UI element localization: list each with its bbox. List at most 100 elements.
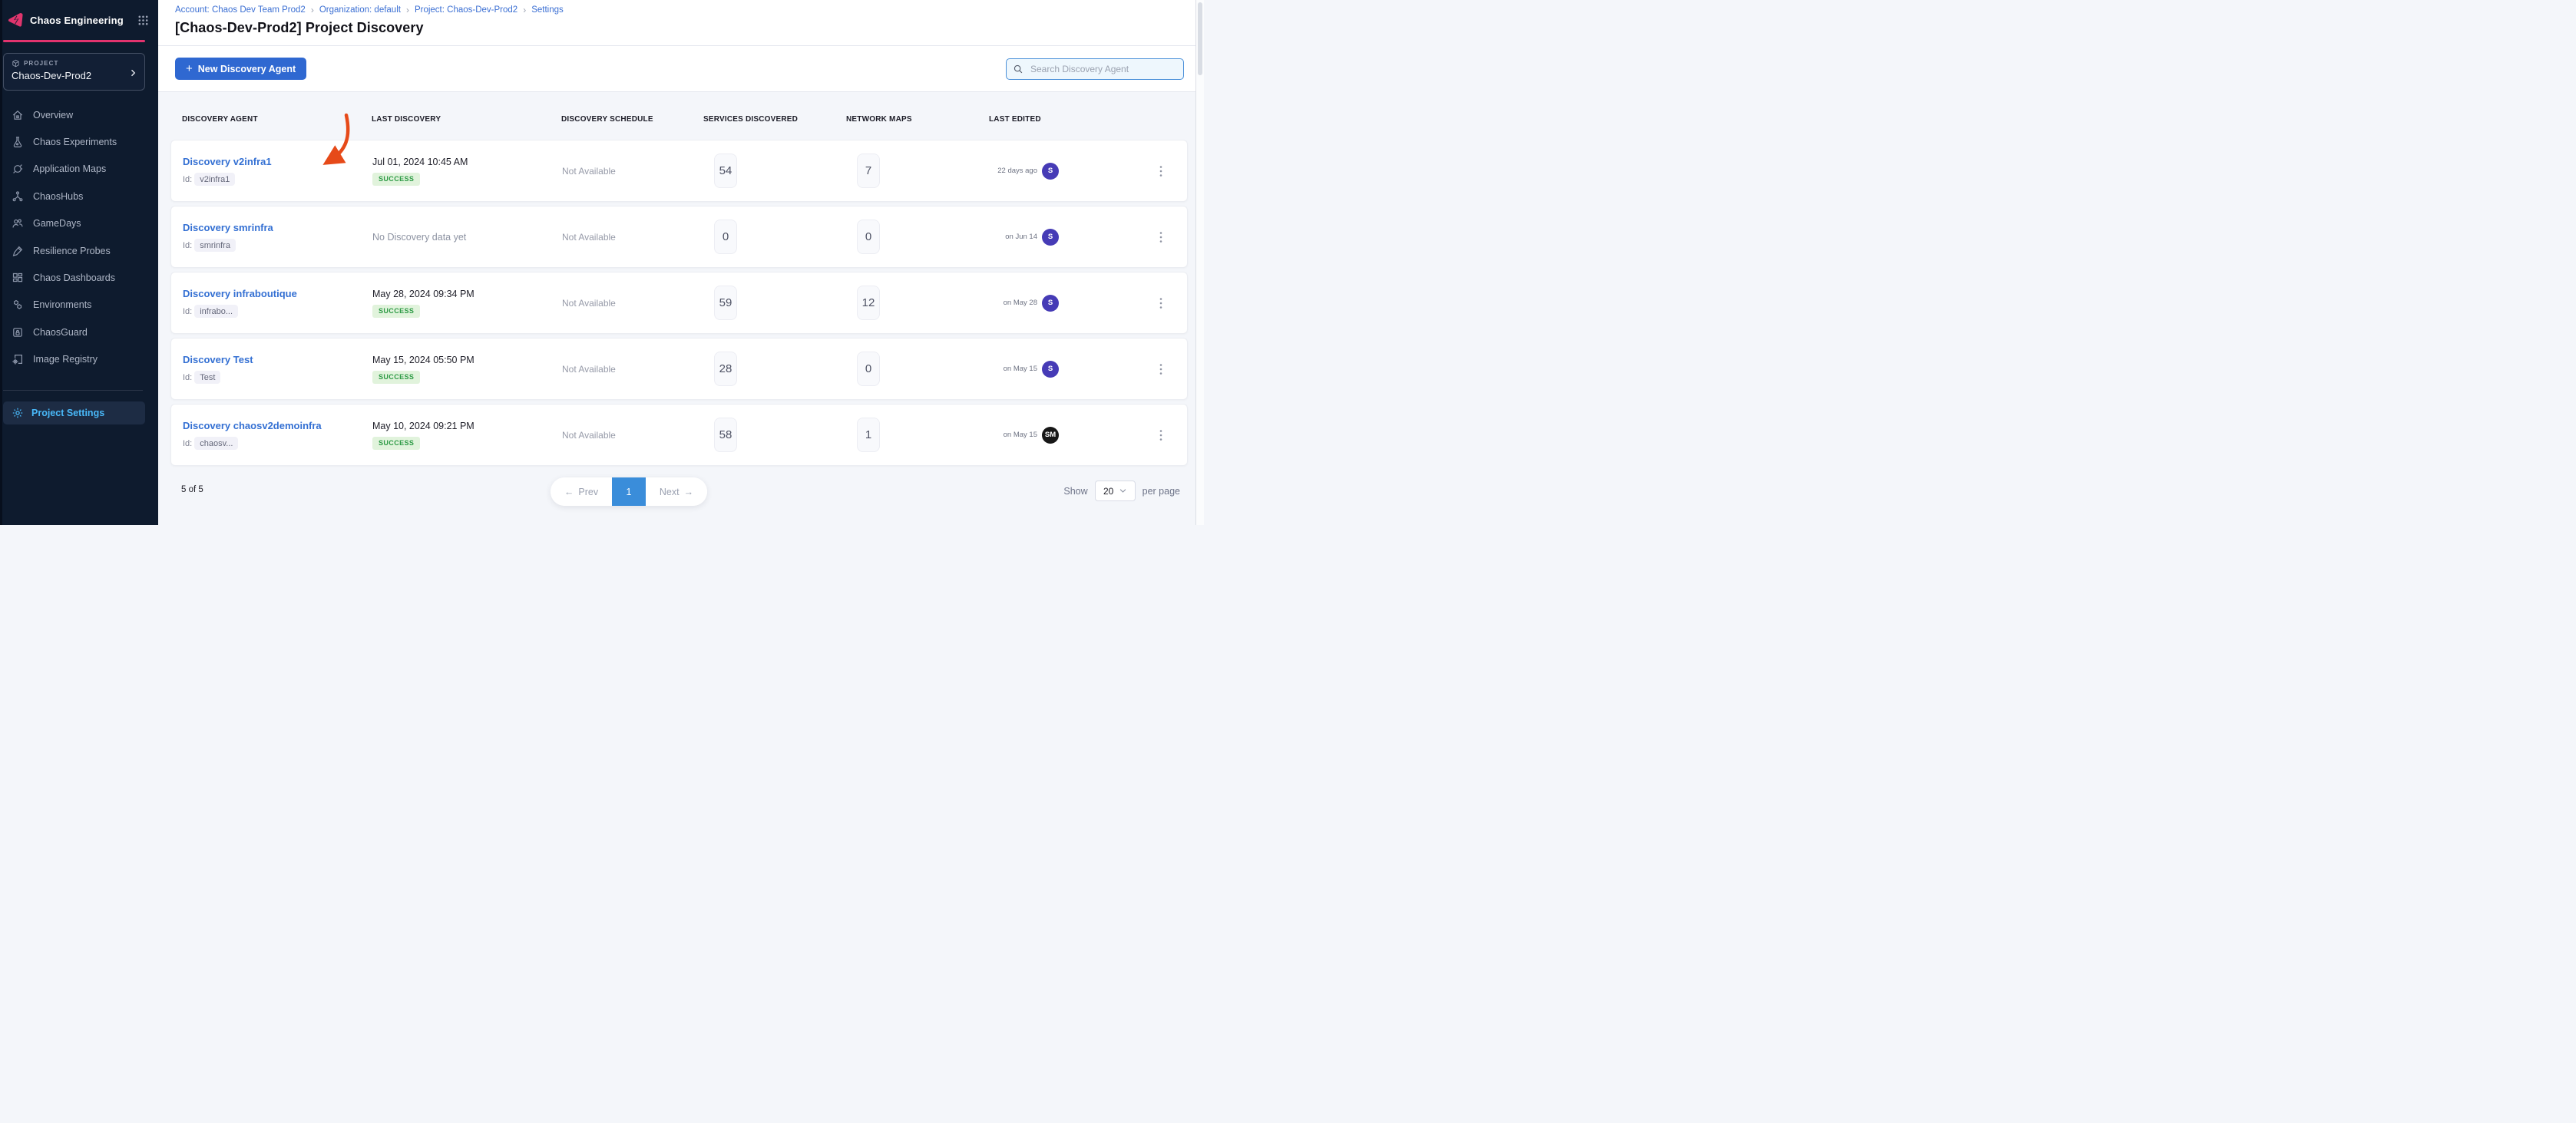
pagination: ← Prev 1 Next → [551, 477, 707, 506]
toolbar: + New Discovery Agent [158, 46, 1204, 92]
avatar: S [1042, 229, 1059, 246]
network-maps-count: 1 [857, 418, 880, 452]
row-count: 5 of 5 [181, 485, 203, 494]
network-maps-count: 0 [857, 220, 880, 254]
discovery-agent-link[interactable]: Discovery Test [183, 354, 253, 365]
scrollbar[interactable] [1195, 0, 1204, 525]
agent-id: Id:chaosv... [183, 437, 372, 450]
registry-doc-gear-icon [12, 353, 24, 365]
sidebar-item-chaos-dashboards[interactable]: Chaos Dashboards [0, 264, 158, 291]
avatar: S [1042, 295, 1059, 312]
sidebar-item-chaoshubs[interactable]: ChaosHubs [0, 183, 158, 210]
status-badge: SUCCESS [372, 437, 420, 450]
discovery-agent-link[interactable]: Discovery v2infra1 [183, 156, 272, 167]
agent-id: Id:infrabo... [183, 305, 372, 318]
column-header-last-edited: LAST EDITED [989, 115, 1188, 124]
avatar: S [1042, 163, 1059, 180]
sidebar-divider [3, 390, 143, 391]
last-discovery-date: May 10, 2024 09:21 PM [372, 421, 562, 431]
lock-icon [12, 326, 24, 339]
sidebar-item-application-maps[interactable]: Application Maps [0, 156, 158, 183]
last-edited-text: on Jun 14 [990, 233, 1037, 241]
discovery-agent-link[interactable]: Discovery chaosv2demoinfra [183, 420, 322, 431]
new-discovery-agent-button[interactable]: + New Discovery Agent [175, 58, 306, 80]
search-input[interactable] [1029, 63, 1177, 75]
row-menu-kebab-icon[interactable] [1156, 294, 1166, 312]
sidebar-item-chaos-experiments[interactable]: Chaos Experiments [0, 128, 158, 155]
harness-chaos-logo-icon [7, 12, 24, 28]
sidebar-item-overview[interactable]: Overview [0, 101, 158, 128]
show-label: Show [1063, 486, 1087, 497]
project-label: PROJECT [12, 59, 137, 68]
next-page-button[interactable]: Next → [646, 477, 707, 506]
sidebar-item-resilience-probes[interactable]: Resilience Probes [0, 237, 158, 264]
row-menu-kebab-icon[interactable] [1156, 360, 1166, 378]
sidebar-item-gamedays[interactable]: GameDays [0, 210, 158, 237]
scrollbar-thumb[interactable] [1198, 2, 1202, 75]
chevron-right-icon: › [406, 5, 409, 15]
per-page-label: per page [1143, 486, 1180, 497]
row-menu-kebab-icon[interactable] [1156, 228, 1166, 246]
discovery-schedule: Not Available [562, 364, 704, 375]
column-header-last-discovery: LAST DISCOVERY [372, 115, 561, 124]
plus-icon: + [186, 63, 193, 74]
sidebar-accent-divider [3, 40, 145, 42]
sidebar-item-environments[interactable]: Environments [0, 292, 158, 319]
last-discovery-date: May 15, 2024 05:50 PM [372, 355, 562, 365]
breadcrumb-settings[interactable]: Settings [531, 5, 564, 15]
avatar: S [1042, 361, 1059, 378]
discovery-agent-link[interactable]: Discovery smrinfra [183, 222, 273, 233]
project-selector[interactable]: PROJECT Chaos-Dev-Prod2 [3, 53, 145, 91]
cube-icon [12, 59, 20, 68]
column-header-services-discovered: SERVICES DISCOVERED [703, 115, 846, 124]
status-badge: SUCCESS [372, 173, 420, 186]
last-edited-text: on May 28 [990, 299, 1037, 307]
last-edited-text: on May 15 [990, 431, 1037, 439]
agent-id: Id:Test [183, 371, 372, 384]
people-icon [12, 217, 24, 230]
discovery-agent-link[interactable]: Discovery infraboutique [183, 288, 297, 299]
services-discovered-count: 54 [714, 154, 737, 188]
agent-id: Id:v2infra1 [183, 173, 372, 186]
current-page-button[interactable]: 1 [612, 477, 646, 506]
agent-id: Id:smrinfra [183, 239, 372, 252]
last-edited-text: 22 days ago [990, 167, 1037, 175]
services-discovered-count: 59 [714, 286, 737, 320]
flask-icon [12, 136, 24, 148]
sidebar-item-chaosguard[interactable]: ChaosGuard [0, 319, 158, 345]
page-header: Account: Chaos Dev Team Prod2 › Organiza… [158, 0, 1204, 46]
column-header-discovery-schedule: DISCOVERY SCHEDULE [561, 115, 703, 124]
page-size-select[interactable]: 20 [1095, 481, 1136, 501]
table-header-row: DISCOVERY AGENT LAST DISCOVERY DISCOVERY… [170, 115, 1188, 124]
breadcrumb-project[interactable]: Project: Chaos-Dev-Prod2 [415, 5, 518, 15]
network-maps-count: 0 [857, 352, 880, 386]
page-title: [Chaos-Dev-Prod2] Project Discovery [175, 20, 1204, 36]
services-discovered-count: 0 [714, 220, 737, 254]
chevron-right-icon: › [311, 5, 314, 15]
sidebar-item-project-settings[interactable]: Project Settings [3, 401, 145, 424]
no-discovery-data-text: No Discovery data yet [372, 232, 562, 243]
last-discovery-date: May 28, 2024 09:34 PM [372, 289, 562, 299]
last-discovery-date: Jul 01, 2024 10:45 AM [372, 157, 562, 167]
chevron-right-icon [128, 68, 137, 78]
breadcrumb-organization[interactable]: Organization: default [319, 5, 401, 15]
row-menu-kebab-icon[interactable] [1156, 426, 1166, 444]
app-title: Chaos Engineering [30, 15, 124, 26]
sidebar-nav: Overview Chaos Experiments Application M… [0, 101, 158, 373]
discovery-schedule: Not Available [562, 430, 704, 441]
prev-page-button[interactable]: ← Prev [551, 477, 612, 506]
table-row: Discovery chaosv2demoinfra Id:chaosv... … [170, 404, 1188, 466]
services-discovered-count: 28 [714, 352, 737, 386]
avatar: SM [1042, 427, 1059, 444]
search-box [1006, 58, 1184, 80]
module-grid-icon[interactable] [137, 15, 149, 26]
row-menu-kebab-icon[interactable] [1156, 162, 1166, 180]
table-body: Discovery v2infra1 Id:v2infra1 Jul 01, 2… [170, 140, 1188, 466]
last-edited-text: on May 15 [990, 365, 1037, 373]
network-maps-count: 12 [857, 286, 880, 320]
project-name: Chaos-Dev-Prod2 [12, 70, 137, 81]
sidebar-item-image-registry[interactable]: Image Registry [0, 346, 158, 373]
discovery-schedule: Not Available [562, 166, 704, 177]
breadcrumb-account[interactable]: Account: Chaos Dev Team Prod2 [175, 5, 306, 15]
sidebar: Chaos Engineering PROJECT Chaos-Dev-Prod… [0, 0, 158, 525]
